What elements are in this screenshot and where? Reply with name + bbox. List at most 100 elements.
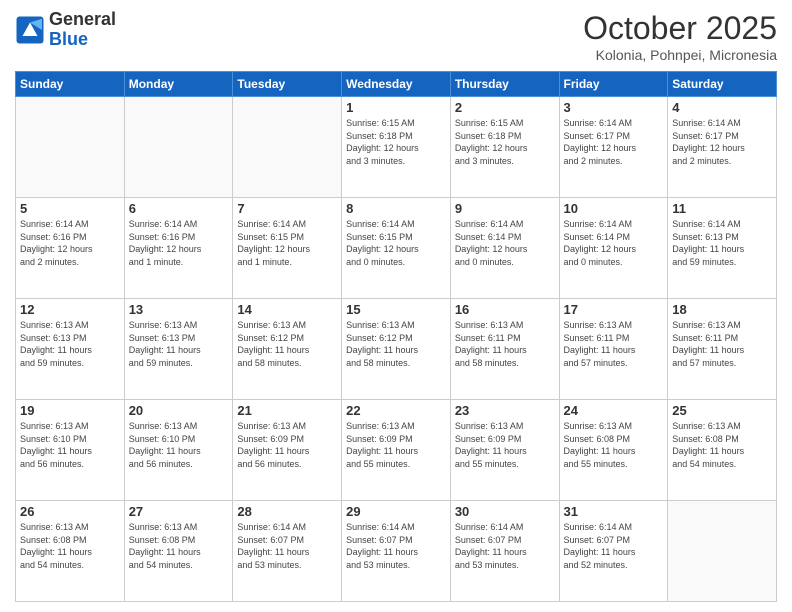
calendar-day-cell: 30Sunrise: 6:14 AM Sunset: 6:07 PM Dayli… [450, 501, 559, 602]
calendar-day-cell: 28Sunrise: 6:14 AM Sunset: 6:07 PM Dayli… [233, 501, 342, 602]
day-number: 23 [455, 403, 555, 418]
calendar-day-cell [668, 501, 777, 602]
day-info: Sunrise: 6:13 AM Sunset: 6:08 PM Dayligh… [20, 521, 120, 571]
day-info: Sunrise: 6:14 AM Sunset: 6:15 PM Dayligh… [237, 218, 337, 268]
calendar-day-cell: 29Sunrise: 6:14 AM Sunset: 6:07 PM Dayli… [342, 501, 451, 602]
calendar-day-cell: 16 Sunrise: 6:13 AM Sunset: 6:11 PM Dayli… [450, 299, 559, 400]
calendar-day-cell: 22 Sunrise: 6:13 AM Sunset: 6:09 PM Dayli… [342, 400, 451, 501]
day-number: 19 [20, 403, 120, 418]
day-number: 2 [455, 100, 555, 115]
calendar-day-header: Monday [124, 72, 233, 97]
month-title: October 2025 [583, 10, 777, 47]
calendar-day-header: Friday [559, 72, 668, 97]
day-info: Sunrise: 6:14 AM Sunset: 6:13 PM Dayligh… [672, 218, 772, 268]
calendar-day-cell: 3Sunrise: 6:14 AM Sunset: 6:17 PM Daylig… [559, 97, 668, 198]
day-info: Sunrise: 6:13 AM Sunset: 6:12 PM Dayligh… [237, 319, 337, 369]
calendar-day-cell: 4Sunrise: 6:14 AM Sunset: 6:17 PM Daylig… [668, 97, 777, 198]
calendar-day-cell: 14 Sunrise: 6:13 AM Sunset: 6:12 PM Dayli… [233, 299, 342, 400]
calendar-day-cell: 13 Sunrise: 6:13 AM Sunset: 6:13 PM Dayli… [124, 299, 233, 400]
calendar-day-cell: 17Sunrise: 6:13 AM Sunset: 6:11 PM Dayli… [559, 299, 668, 400]
page: General Blue October 2025 Kolonia, Pohnp… [0, 0, 792, 612]
day-info: Sunrise: 6:13 AM Sunset: 6:11 PM Dayligh… [455, 319, 555, 369]
calendar-day-cell: 18Sunrise: 6:13 AM Sunset: 6:11 PM Dayli… [668, 299, 777, 400]
calendar-day-cell: 31Sunrise: 6:14 AM Sunset: 6:07 PM Dayli… [559, 501, 668, 602]
day-number: 7 [237, 201, 337, 216]
calendar-day-cell [233, 97, 342, 198]
calendar-day-header: Saturday [668, 72, 777, 97]
day-info: Sunrise: 6:13 AM Sunset: 6:08 PM Dayligh… [564, 420, 664, 470]
logo-general-text: General [49, 9, 116, 29]
calendar-day-cell: 2Sunrise: 6:15 AM Sunset: 6:18 PM Daylig… [450, 97, 559, 198]
day-number: 10 [564, 201, 664, 216]
day-number: 5 [20, 201, 120, 216]
day-number: 28 [237, 504, 337, 519]
day-info: Sunrise: 6:15 AM Sunset: 6:18 PM Dayligh… [346, 117, 446, 167]
day-info: Sunrise: 6:14 AM Sunset: 6:14 PM Dayligh… [564, 218, 664, 268]
day-number: 13 [129, 302, 229, 317]
day-info: Sunrise: 6:13 AM Sunset: 6:08 PM Dayligh… [672, 420, 772, 470]
day-info: Sunrise: 6:14 AM Sunset: 6:16 PM Dayligh… [129, 218, 229, 268]
day-info: Sunrise: 6:13 AM Sunset: 6:08 PM Dayligh… [129, 521, 229, 571]
calendar-day-header: Tuesday [233, 72, 342, 97]
calendar-day-cell: 20 Sunrise: 6:13 AM Sunset: 6:10 PM Dayli… [124, 400, 233, 501]
calendar-day-cell [16, 97, 125, 198]
day-number: 1 [346, 100, 446, 115]
calendar-day-cell: 7 Sunrise: 6:14 AM Sunset: 6:15 PM Daylig… [233, 198, 342, 299]
day-info: Sunrise: 6:13 AM Sunset: 6:09 PM Dayligh… [237, 420, 337, 470]
day-info: Sunrise: 6:14 AM Sunset: 6:14 PM Dayligh… [455, 218, 555, 268]
calendar-day-cell: 23 Sunrise: 6:13 AM Sunset: 6:09 PM Dayli… [450, 400, 559, 501]
logo-text: General Blue [49, 10, 116, 50]
day-info: Sunrise: 6:14 AM Sunset: 6:17 PM Dayligh… [564, 117, 664, 167]
calendar-day-cell: 1 Sunrise: 6:15 AM Sunset: 6:18 PM Daylig… [342, 97, 451, 198]
day-number: 12 [20, 302, 120, 317]
day-number: 6 [129, 201, 229, 216]
day-info: Sunrise: 6:13 AM Sunset: 6:10 PM Dayligh… [129, 420, 229, 470]
day-info: Sunrise: 6:13 AM Sunset: 6:11 PM Dayligh… [564, 319, 664, 369]
calendar-day-cell: 6 Sunrise: 6:14 AM Sunset: 6:16 PM Daylig… [124, 198, 233, 299]
calendar-day-cell: 27Sunrise: 6:13 AM Sunset: 6:08 PM Dayli… [124, 501, 233, 602]
calendar-day-cell: 9 Sunrise: 6:14 AM Sunset: 6:14 PM Daylig… [450, 198, 559, 299]
calendar-day-header: Sunday [16, 72, 125, 97]
day-number: 15 [346, 302, 446, 317]
calendar-day-cell: 10 Sunrise: 6:14 AM Sunset: 6:14 PM Dayli… [559, 198, 668, 299]
calendar-day-cell: 24 Sunrise: 6:13 AM Sunset: 6:08 PM Dayli… [559, 400, 668, 501]
day-number: 18 [672, 302, 772, 317]
title-block: October 2025 Kolonia, Pohnpei, Micronesi… [583, 10, 777, 63]
calendar-day-cell: 5 Sunrise: 6:14 AM Sunset: 6:16 PM Daylig… [16, 198, 125, 299]
day-number: 4 [672, 100, 772, 115]
day-info: Sunrise: 6:13 AM Sunset: 6:09 PM Dayligh… [455, 420, 555, 470]
day-number: 26 [20, 504, 120, 519]
day-number: 8 [346, 201, 446, 216]
logo-icon [15, 15, 45, 45]
day-number: 30 [455, 504, 555, 519]
day-number: 16 [455, 302, 555, 317]
logo: General Blue [15, 10, 116, 50]
day-info: Sunrise: 6:13 AM Sunset: 6:12 PM Dayligh… [346, 319, 446, 369]
day-info: Sunrise: 6:13 AM Sunset: 6:13 PM Dayligh… [129, 319, 229, 369]
day-number: 29 [346, 504, 446, 519]
day-info: Sunrise: 6:13 AM Sunset: 6:09 PM Dayligh… [346, 420, 446, 470]
day-number: 22 [346, 403, 446, 418]
day-number: 9 [455, 201, 555, 216]
calendar-week-row: 19 Sunrise: 6:13 AM Sunset: 6:10 PM Dayli… [16, 400, 777, 501]
day-info: Sunrise: 6:14 AM Sunset: 6:15 PM Dayligh… [346, 218, 446, 268]
day-info: Sunrise: 6:13 AM Sunset: 6:10 PM Dayligh… [20, 420, 120, 470]
day-number: 21 [237, 403, 337, 418]
day-number: 25 [672, 403, 772, 418]
calendar-week-row: 12 Sunrise: 6:13 AM Sunset: 6:13 PM Dayli… [16, 299, 777, 400]
calendar-day-cell: 21 Sunrise: 6:13 AM Sunset: 6:09 PM Dayli… [233, 400, 342, 501]
calendar-day-cell: 15 Sunrise: 6:13 AM Sunset: 6:12 PM Dayli… [342, 299, 451, 400]
day-number: 20 [129, 403, 229, 418]
calendar-day-header: Thursday [450, 72, 559, 97]
day-number: 31 [564, 504, 664, 519]
calendar-day-cell: 12Sunrise: 6:13 AM Sunset: 6:13 PM Dayli… [16, 299, 125, 400]
header: General Blue October 2025 Kolonia, Pohnp… [15, 10, 777, 63]
day-info: Sunrise: 6:14 AM Sunset: 6:16 PM Dayligh… [20, 218, 120, 268]
day-number: 24 [564, 403, 664, 418]
day-number: 14 [237, 302, 337, 317]
calendar-header-row: SundayMondayTuesdayWednesdayThursdayFrid… [16, 72, 777, 97]
calendar-table: SundayMondayTuesdayWednesdayThursdayFrid… [15, 71, 777, 602]
calendar-day-cell: 26 Sunrise: 6:13 AM Sunset: 6:08 PM Dayli… [16, 501, 125, 602]
calendar-day-cell: 19 Sunrise: 6:13 AM Sunset: 6:10 PM Dayli… [16, 400, 125, 501]
calendar-day-cell: 11Sunrise: 6:14 AM Sunset: 6:13 PM Dayli… [668, 198, 777, 299]
